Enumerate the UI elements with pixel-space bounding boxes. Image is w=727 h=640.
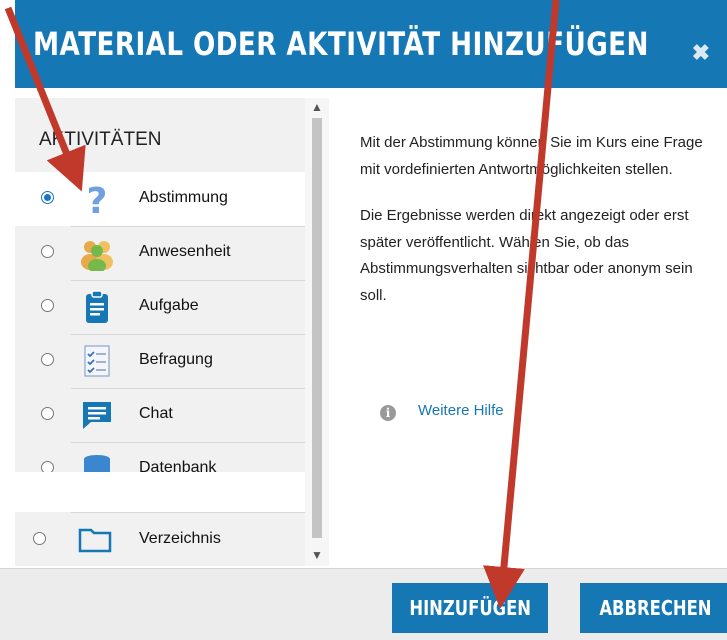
list-scrollbar[interactable]: ▲ ▼ bbox=[305, 98, 329, 566]
list-item-anwesenheit[interactable]: Anwesenheit bbox=[15, 226, 305, 280]
question-mark-icon: ? bbox=[79, 181, 115, 222]
list-item-label: Anwesenheit bbox=[139, 243, 231, 260]
radio-button[interactable] bbox=[41, 191, 54, 204]
close-icon[interactable]: ✖ bbox=[692, 40, 710, 66]
radio-button[interactable] bbox=[41, 353, 54, 366]
chat-bubble-icon bbox=[79, 397, 115, 433]
cancel-button-label: ABBRECHEN bbox=[598, 596, 712, 620]
list-clip-area bbox=[15, 472, 312, 512]
folder-icon bbox=[77, 522, 113, 558]
list-item-befragung[interactable]: Befragung bbox=[15, 334, 305, 388]
svg-text:?: ? bbox=[87, 181, 108, 217]
radio-button[interactable] bbox=[41, 407, 54, 420]
radio-button[interactable] bbox=[41, 245, 54, 258]
radio-button[interactable] bbox=[41, 299, 54, 312]
help-link[interactable]: i Weitere Hilfe bbox=[380, 402, 504, 421]
list-item-label: Verzeichnis bbox=[139, 530, 221, 547]
scroll-thumb[interactable] bbox=[312, 118, 322, 538]
dialog-footer: HINZUFÜGEN ABBRECHEN bbox=[0, 568, 727, 640]
list-item-chat[interactable]: Chat bbox=[15, 388, 305, 442]
dialog-header: MATERIAL ODER AKTIVITÄT HINZUFÜGEN ✖ bbox=[15, 0, 727, 88]
section-title: AKTIVITÄTEN bbox=[39, 129, 162, 150]
cancel-button[interactable]: ABBRECHEN bbox=[580, 583, 727, 633]
clipboard-icon bbox=[79, 289, 115, 325]
list-item-label: Aufgabe bbox=[139, 297, 199, 314]
list-item-verzeichnis[interactable]: Verzeichnis bbox=[15, 512, 305, 566]
list-item-aufgabe[interactable]: Aufgabe bbox=[15, 280, 305, 334]
scroll-up-icon[interactable]: ▲ bbox=[305, 100, 329, 114]
checklist-icon bbox=[79, 343, 115, 379]
dialog-title: MATERIAL ODER AKTIVITÄT HINZUFÜGEN bbox=[33, 25, 649, 63]
info-icon: i bbox=[380, 405, 396, 421]
list-item-label: Befragung bbox=[139, 351, 213, 368]
add-button-label: HINZUFÜGEN bbox=[409, 596, 531, 620]
help-link-label[interactable]: Weitere Hilfe bbox=[418, 402, 504, 419]
list-item-label: Abstimmung bbox=[139, 189, 228, 206]
list-item-label: Chat bbox=[139, 405, 173, 422]
radio-button[interactable] bbox=[33, 532, 46, 545]
list-item-abstimmung[interactable]: ? Abstimmung bbox=[15, 172, 305, 226]
add-button[interactable]: HINZUFÜGEN bbox=[392, 583, 548, 633]
scroll-down-icon[interactable]: ▼ bbox=[305, 548, 329, 562]
activity-description: Mit der Abstimmung können Sie im Kurs ei… bbox=[360, 130, 720, 329]
description-paragraph-1: Mit der Abstimmung können Sie im Kurs ei… bbox=[360, 134, 703, 178]
description-paragraph-2: Die Ergebnisse werden direkt angezeigt o… bbox=[360, 207, 693, 304]
people-group-icon bbox=[79, 235, 115, 273]
